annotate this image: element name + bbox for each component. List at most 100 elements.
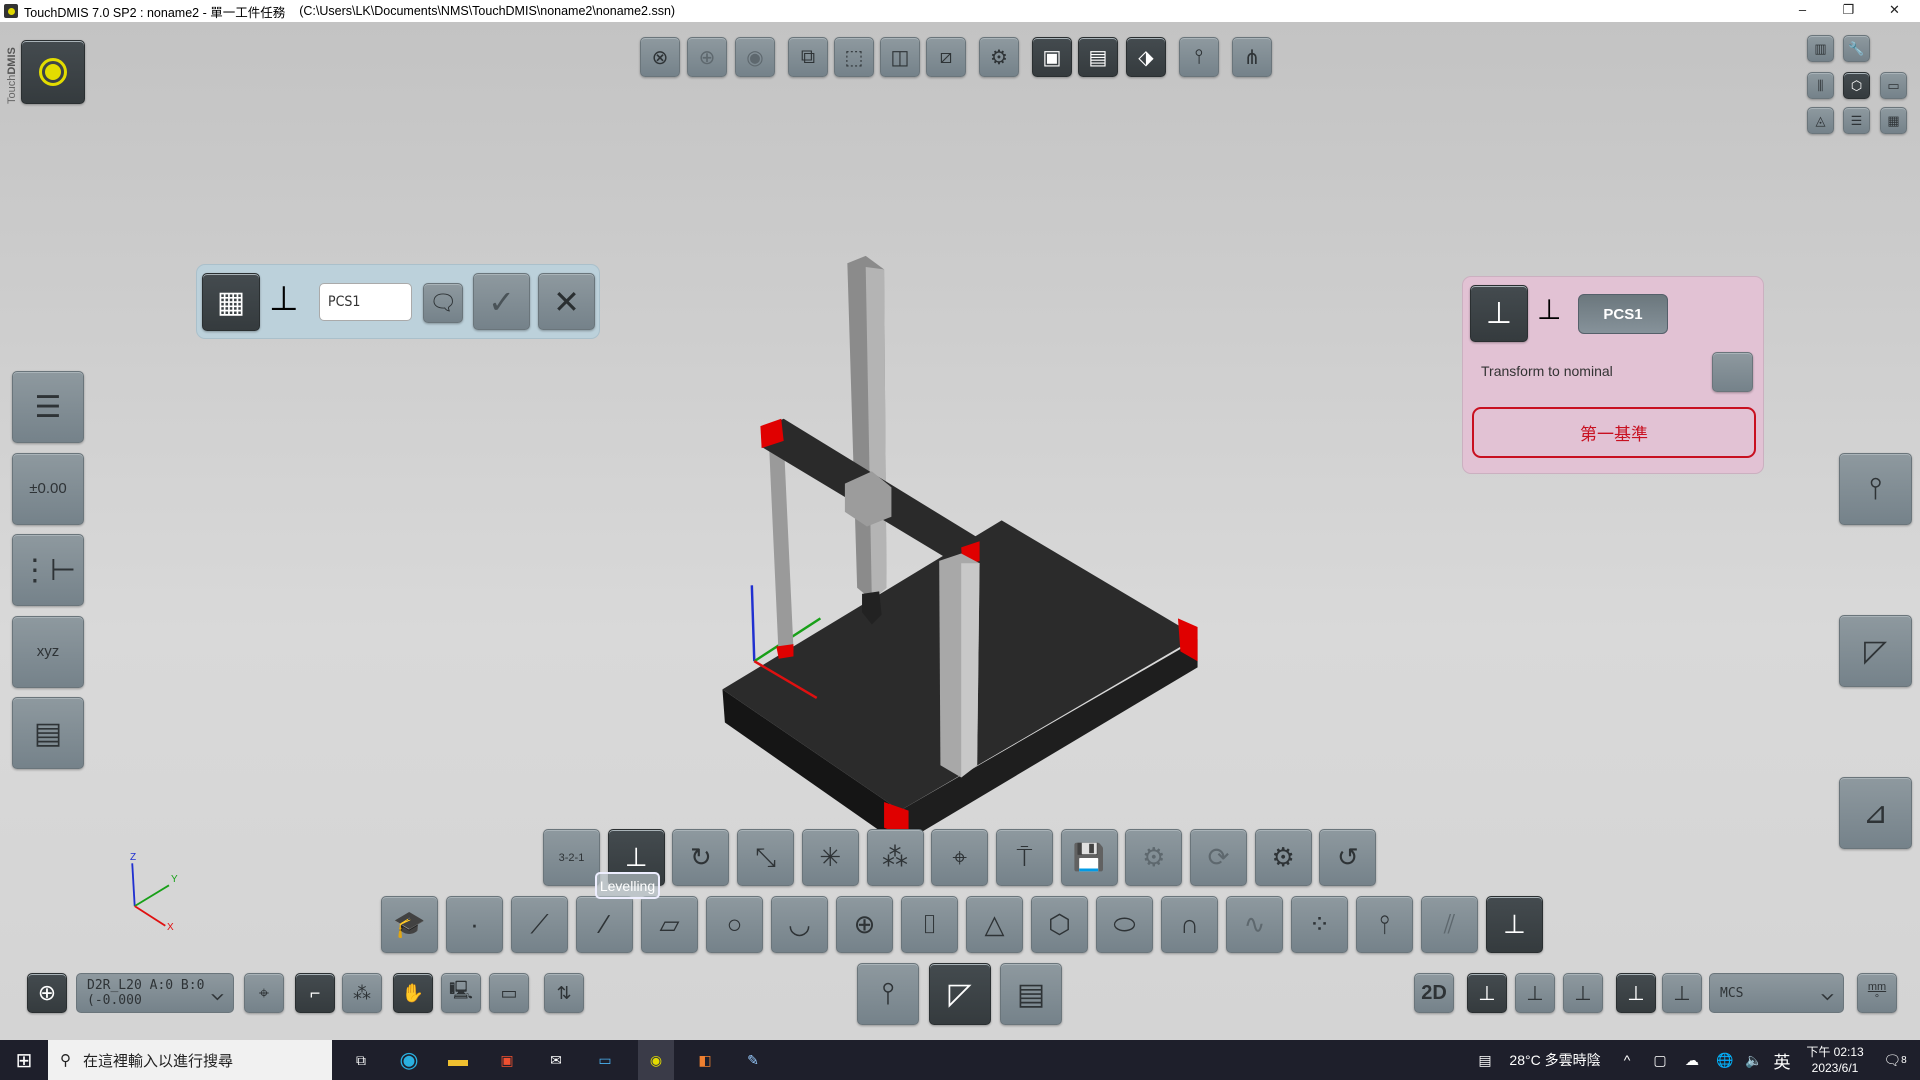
rotary-alignment-button[interactable]: ⟳	[1190, 829, 1247, 886]
monitor-button[interactable]: ▭	[489, 973, 529, 1013]
construct-button[interactable]: ◸	[929, 963, 991, 1025]
probe-compare-button[interactable]: ⫯	[1179, 37, 1219, 77]
restore-button[interactable]: ❐	[1826, 0, 1871, 22]
main-menu-button[interactable]	[21, 40, 85, 104]
polar-axes-button[interactable]: ⊥	[1662, 973, 1702, 1013]
table-icon[interactable]: ▦	[202, 273, 260, 331]
zoom-target-button[interactable]: ⊕	[687, 37, 727, 77]
recall-alignment-button[interactable]: ↺	[1319, 829, 1377, 886]
chevron-up-icon[interactable]: ^	[1615, 1040, 1639, 1080]
arc-button[interactable]: ◡	[771, 896, 828, 953]
touchdmis-taskbar-icon[interactable]: ◉	[638, 1040, 674, 1080]
probe-tool-button[interactable]: ⫯	[857, 963, 919, 1025]
plane-button[interactable]: ▱	[641, 896, 698, 953]
transform-toggle[interactable]	[1712, 352, 1753, 392]
cone-button[interactable]: △	[966, 896, 1023, 953]
view-cube-side-button[interactable]: ◫	[880, 37, 920, 77]
close-button[interactable]: ✕	[1872, 0, 1917, 22]
task-view-icon[interactable]: ⧉	[346, 1040, 376, 1080]
polygon-button[interactable]: ⬡	[1031, 896, 1088, 953]
network-icon[interactable]: 🌐	[1713, 1040, 1737, 1080]
program-list-button[interactable]: ☰	[12, 371, 84, 443]
weather-text[interactable]: 28°C 多雲時陰	[1505, 1040, 1605, 1080]
torus-button[interactable]: ∩	[1161, 896, 1218, 953]
cs-select[interactable]: MCS ⌄	[1709, 973, 1844, 1013]
path-tree-button[interactable]: ⋔	[1232, 37, 1272, 77]
pcs-name-input[interactable]: PCS1	[319, 283, 412, 321]
wrench-button[interactable]: 🔧	[1843, 35, 1870, 62]
coordinate-system-icon[interactable]: ⊥	[1470, 285, 1528, 342]
datum-button[interactable]: 第一基準	[1472, 407, 1756, 458]
plane-yz-button[interactable]: ⊥	[1563, 973, 1603, 1013]
ime-indicator[interactable]: 英	[1770, 1040, 1794, 1080]
plane-xz-button[interactable]: ⊥	[1515, 973, 1555, 1013]
start-button[interactable]: ⊞	[0, 1040, 48, 1080]
notification-icon[interactable]: 🗨 8	[1878, 1040, 1912, 1080]
xyz-readout-button[interactable]: xyz	[12, 615, 84, 688]
edge-point-button[interactable]: ⟋	[511, 896, 568, 953]
surface-button[interactable]: ⁘	[1291, 896, 1348, 953]
3d-viewport[interactable]	[0, 22, 1920, 1040]
comment-icon[interactable]: 🗨	[423, 283, 463, 323]
report-list-button[interactable]: ☰	[1843, 107, 1870, 134]
tree-button[interactable]: ⋮⊢	[12, 534, 84, 606]
circle-button[interactable]: ○	[706, 896, 763, 953]
confirm-button[interactable]: ✓	[473, 273, 530, 330]
workplane-button[interactable]: ⊥	[1467, 973, 1507, 1013]
wireframe-layers-button[interactable]: ▤	[1078, 37, 1118, 77]
pcs-selector[interactable]: PCS1	[1578, 294, 1668, 334]
clock[interactable]: 下午 02:13 2023/6/1	[1800, 1040, 1870, 1080]
probe-datum-button[interactable]: ⍑	[995, 829, 1053, 886]
pc-hand-button[interactable]: 🖳	[441, 973, 481, 1013]
rotate-axis-button[interactable]: ↻	[672, 829, 730, 886]
path-button[interactable]: ⌐	[295, 973, 335, 1013]
rps-alignment-button[interactable]: ⁂	[866, 829, 924, 886]
view-cube-section-button[interactable]: ⧄	[926, 37, 966, 77]
view-2d-button[interactable]: 2D	[1414, 973, 1454, 1013]
manual-hand-button[interactable]: ✋	[393, 973, 433, 1013]
file-explorer-icon[interactable]: ▬	[443, 1040, 473, 1080]
tolerance-button[interactable]: ±0.00	[12, 452, 84, 525]
sphere-button[interactable]: ⊕	[836, 896, 893, 953]
section-button[interactable]: ⫽	[1421, 896, 1478, 953]
point-button[interactable]: ·	[446, 896, 503, 953]
table-view-button[interactable]: ▤	[12, 697, 84, 769]
alignment-321-button[interactable]: 3-2-1	[543, 829, 600, 886]
dimension-button[interactable]: ⊿	[1839, 777, 1912, 849]
cad-shapes-button[interactable]: ◬	[1807, 107, 1834, 134]
probe-settings-button[interactable]: ⫯	[1356, 896, 1413, 953]
probe-add-icon[interactable]: ⊕	[27, 973, 67, 1013]
probe-tool-button[interactable]: ⫯	[1839, 453, 1912, 525]
edge-icon[interactable]: ◉	[394, 1040, 424, 1080]
mail-icon[interactable]: ✉	[541, 1040, 571, 1080]
coordinate-system-button[interactable]: ⊥	[1486, 896, 1543, 953]
units-button[interactable]: mm °	[1857, 973, 1897, 1013]
probes-button[interactable]: ⫼	[1807, 72, 1834, 99]
cancel-button[interactable]: ✕	[538, 273, 595, 330]
line-button[interactable]: ∕	[576, 896, 633, 953]
taskbar-search[interactable]: ⚲ 在這裡輸入以進行搜尋	[48, 1040, 332, 1080]
news-icon[interactable]: ▤	[1470, 1040, 1500, 1080]
view-cube-front-button[interactable]: ⧉	[788, 37, 828, 77]
view-eye-button[interactable]: ◉	[735, 37, 775, 77]
fixture-alignment-button[interactable]: ⚙	[1254, 829, 1312, 886]
cad-report-button[interactable]: ▦	[1880, 107, 1907, 134]
volume-icon[interactable]: 🔈	[1742, 1040, 1766, 1080]
remote-desktop-icon[interactable]: ▭	[590, 1040, 620, 1080]
binary-path-button[interactable]: ⁂	[342, 973, 382, 1013]
best-fit-button[interactable]: ✳	[801, 829, 859, 886]
probe-change-button[interactable]: ⇅	[544, 973, 584, 1013]
solid-view-button[interactable]: ▣	[1032, 37, 1072, 77]
report-button[interactable]: ▤	[1000, 963, 1062, 1025]
axes-button[interactable]: ⊥	[1616, 973, 1656, 1013]
meet-icon[interactable]: ▢	[1648, 1040, 1672, 1080]
geometry-construct-button[interactable]: ◸	[1839, 615, 1912, 687]
probe-select[interactable]: D2R_L20 A:0 B:0 (-0.000 ⌄	[76, 973, 234, 1013]
origin-point-button[interactable]: ⌖	[931, 829, 989, 886]
feature-view-button[interactable]: ⬗	[1126, 37, 1166, 77]
cad-alignment-button[interactable]: ⚙	[1125, 829, 1183, 886]
slot-button[interactable]: ⬭	[1096, 896, 1153, 953]
paint-taskbar-icon[interactable]: ✎	[736, 1040, 770, 1080]
store-icon[interactable]: ▣	[492, 1040, 522, 1080]
graduation-cap-button[interactable]: 🎓	[381, 896, 438, 953]
